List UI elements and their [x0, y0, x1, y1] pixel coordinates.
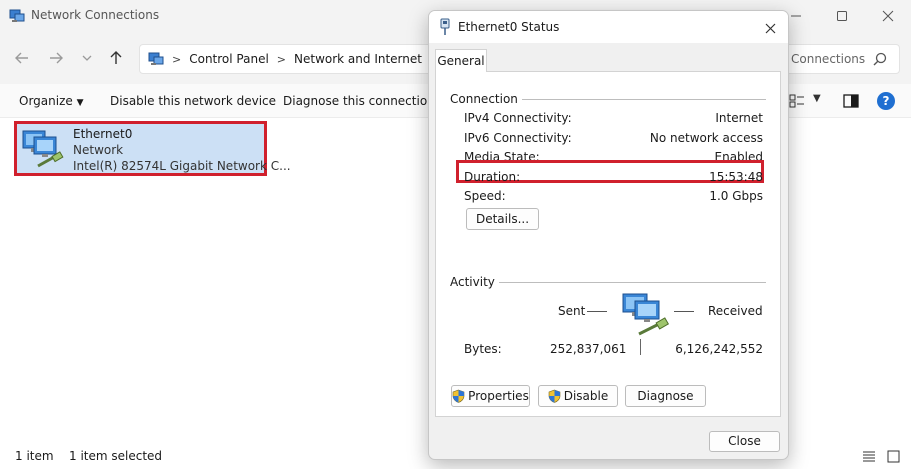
item-count: 1 item — [15, 449, 54, 463]
dialog-title-bar: Ethernet0 Status — [429, 11, 788, 43]
window-title: Network Connections — [31, 8, 160, 22]
general-tab-panel: Connection IPv4 Connectivity: Internet I… — [435, 71, 781, 417]
ethernet0-connection-item[interactable]: Ethernet0 Network Intel(R) 82574L Gigabi… — [14, 121, 291, 176]
control-panel-icon — [148, 52, 164, 65]
ipv6-value: No network access — [649, 131, 763, 145]
received-connector — [674, 311, 694, 312]
close-window-button[interactable] — [865, 0, 911, 32]
help-icon[interactable]: ? — [877, 92, 895, 110]
connection-heading: Connection — [450, 92, 522, 106]
disable-label: Disable — [563, 389, 609, 403]
diagnose-button[interactable]: Diagnose — [625, 385, 706, 407]
ipv4-label: IPv4 Connectivity: — [464, 111, 572, 125]
properties-label: Properties — [468, 389, 529, 403]
dialog-title: Ethernet0 Status — [458, 20, 560, 34]
ipv4-value: Internet — [715, 111, 763, 125]
disable-device-button[interactable]: Disable this network device — [110, 94, 276, 108]
details-button[interactable]: Details... — [466, 208, 539, 230]
bytes-divider — [640, 339, 641, 355]
shield-icon — [548, 389, 561, 403]
network-connections-icon — [9, 9, 25, 22]
ethernet-status-dialog: Ethernet0 Status General Connection IPv4… — [428, 10, 789, 460]
received-label: Received — [708, 304, 763, 318]
arrow-up-icon — [110, 51, 122, 64]
maximize-icon — [837, 11, 847, 21]
address-bar[interactable]: > Control Panel > Network and Internet >… — [139, 44, 439, 74]
ipv6-label: IPv6 Connectivity: — [464, 131, 572, 145]
bytes-received-value: 6,126,242,552 — [675, 342, 763, 356]
sent-connector — [587, 311, 607, 312]
network-adapter-icon — [22, 130, 64, 168]
speed-label: Speed: — [464, 189, 506, 203]
up-button[interactable] — [104, 46, 128, 70]
breadcrumb-control-panel[interactable]: Control Panel — [189, 52, 269, 66]
tab-general[interactable]: General — [435, 49, 487, 72]
selected-count: 1 item selected — [69, 449, 163, 463]
view-options-icon[interactable] — [789, 93, 805, 109]
duration-value: 15:53:48 — [709, 170, 763, 184]
breadcrumb-network-and-internet[interactable]: Network and Internet — [294, 52, 422, 66]
search-box-text: Connections — [791, 52, 866, 66]
bytes-sent-value: 252,837,061 — [550, 342, 627, 356]
connection-type: Network — [73, 143, 124, 157]
bytes-label: Bytes: — [464, 342, 502, 356]
breadcrumb-separator: > — [276, 52, 287, 66]
close-icon — [765, 23, 775, 33]
dialog-close-button[interactable] — [760, 18, 780, 38]
breadcrumb-separator: > — [172, 52, 182, 66]
shield-icon — [452, 389, 465, 403]
connection-device: Intel(R) 82574L Gigabit Network C... — [73, 159, 291, 173]
preview-pane-icon[interactable] — [843, 93, 859, 109]
arrow-left-icon — [15, 52, 28, 64]
ethernet-status-icon — [440, 18, 450, 35]
diagnose-connection-button[interactable]: Diagnose this connection — [283, 94, 435, 108]
large-icons-view-icon[interactable] — [887, 450, 900, 463]
speed-value: 1.0 Gbps — [709, 189, 763, 203]
search-icon — [873, 52, 887, 66]
back-button[interactable] — [10, 46, 34, 70]
disable-button[interactable]: Disable — [538, 385, 618, 407]
search-box[interactable]: Connections — [775, 44, 900, 74]
recent-locations-button[interactable] — [75, 46, 99, 70]
minimize-icon — [791, 15, 801, 17]
close-icon — [882, 10, 894, 22]
properties-button[interactable]: Properties — [451, 385, 530, 407]
duration-label: Duration: — [464, 170, 521, 184]
forward-button[interactable] — [44, 46, 68, 70]
chevron-down-icon — [82, 55, 92, 61]
arrow-right-icon — [50, 52, 63, 64]
caret-down-icon: ▼ — [76, 98, 84, 108]
connection-name: Ethernet0 — [73, 127, 133, 141]
organize-menu[interactable]: Organize ▼ — [19, 94, 84, 108]
maximize-button[interactable] — [819, 0, 865, 32]
details-view-icon[interactable] — [862, 450, 876, 463]
network-activity-icon — [622, 293, 670, 336]
sent-label: Sent — [558, 304, 586, 318]
chevron-down-icon[interactable]: ▼ — [813, 93, 821, 104]
close-button[interactable]: Close — [709, 431, 780, 452]
organize-label: Organize — [19, 94, 73, 108]
activity-heading: Activity — [450, 275, 499, 289]
